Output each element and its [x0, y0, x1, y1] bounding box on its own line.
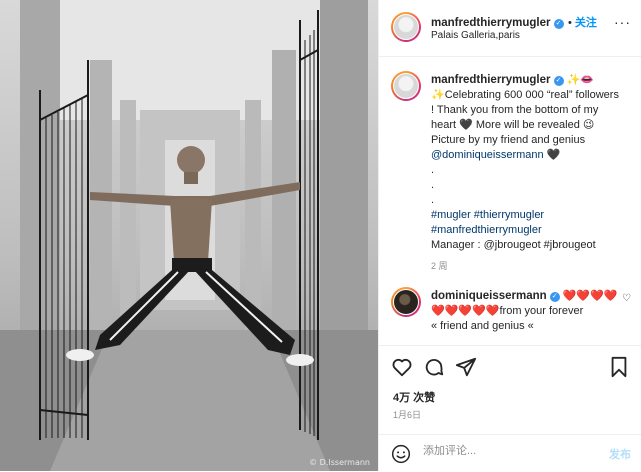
share-icon[interactable]	[455, 356, 477, 378]
comment-hearts: ❤️❤️❤️❤️	[562, 290, 618, 302]
post-button[interactable]: 发布	[609, 446, 631, 462]
caption-manager-line: Manager : @jbrougeot #jbrougeot	[431, 239, 596, 251]
verified-icon: ✓	[553, 19, 564, 29]
caption-line: Picture by my friend and genius	[431, 134, 586, 146]
photo-illustration	[0, 0, 378, 471]
author-username[interactable]: manfredthierrymugler	[431, 17, 551, 29]
save-icon[interactable]	[609, 356, 629, 378]
caption-time[interactable]: 2 周	[431, 259, 631, 274]
caption-emoji: ✨👄	[566, 74, 594, 86]
heart-icon[interactable]	[391, 356, 413, 378]
comment-first-line: dominiqueissermann ✓ ❤️❤️❤️❤️	[431, 289, 618, 304]
emoji-icon[interactable]	[391, 444, 411, 464]
post-location[interactable]: Palais Galleria,paris	[431, 30, 520, 41]
caption: manfredthierrymugler ✓ ✨👄 ✨Celebrating 60…	[431, 73, 631, 274]
comment: dominiqueissermann ✓ ❤️❤️❤️❤️ ❤️❤️❤️❤️❤️f…	[431, 289, 618, 334]
caption-hashtags[interactable]: #mugler #thierrymugler	[431, 208, 631, 223]
post-photo[interactable]: © D.Issermann	[0, 0, 378, 471]
comment-input[interactable]	[421, 444, 575, 458]
commenter-username[interactable]: dominiqueissermann	[431, 290, 547, 302]
caption-mention[interactable]: @dominiqueissermann 🖤	[431, 148, 631, 163]
comment-icon[interactable]	[423, 356, 445, 378]
caption-line: ! Thank you from the bottom of my	[431, 104, 599, 116]
comment-like-heart-icon[interactable]: ♡	[622, 293, 631, 304]
caption-line: .	[431, 194, 435, 206]
author-avatar[interactable]	[391, 12, 421, 42]
separator-dot: •	[567, 17, 575, 29]
caption-username[interactable]: manfredthierrymugler	[431, 74, 551, 86]
caption-line: heart 🖤 More will be revealed 😉	[431, 119, 595, 131]
more-options-icon[interactable]: ···	[614, 14, 631, 30]
caption-line: ✨Celebrating 600 000 “real” followers	[431, 89, 619, 101]
photo-credit: © D.Issermann	[309, 458, 370, 467]
post-date: 1月6日	[393, 410, 422, 420]
caption-first-line: manfredthierrymugler ✓ ✨👄	[431, 73, 631, 88]
like-count[interactable]: 4万 次赞	[393, 389, 435, 405]
caption-avatar[interactable]	[391, 71, 421, 101]
follow-button[interactable]: 关注	[575, 17, 597, 29]
comment-composer: 发布	[379, 434, 641, 472]
comment-line: ❤️❤️❤️❤️❤️from your forever	[431, 305, 584, 317]
commenter-avatar[interactable]	[391, 287, 421, 317]
caption-line: .	[431, 164, 435, 176]
verified-icon: ✓	[553, 76, 564, 86]
post-header: manfredthierrymugler ✓ • 关注 Palais Galler…	[379, 0, 641, 57]
caption-hashtags[interactable]: #manfredthierrymugler	[431, 223, 631, 238]
comments-area: manfredthierrymugler ✓ ✨👄 ✨Celebrating 60…	[379, 57, 641, 345]
verified-icon: ✓	[549, 292, 560, 302]
comment-line: « friend and genius «	[431, 320, 534, 332]
post-sidebar: manfredthierrymugler ✓ • 关注 Palais Galler…	[378, 0, 641, 471]
caption-line: .	[431, 179, 435, 191]
author-line: manfredthierrymugler ✓ • 关注	[431, 13, 597, 31]
